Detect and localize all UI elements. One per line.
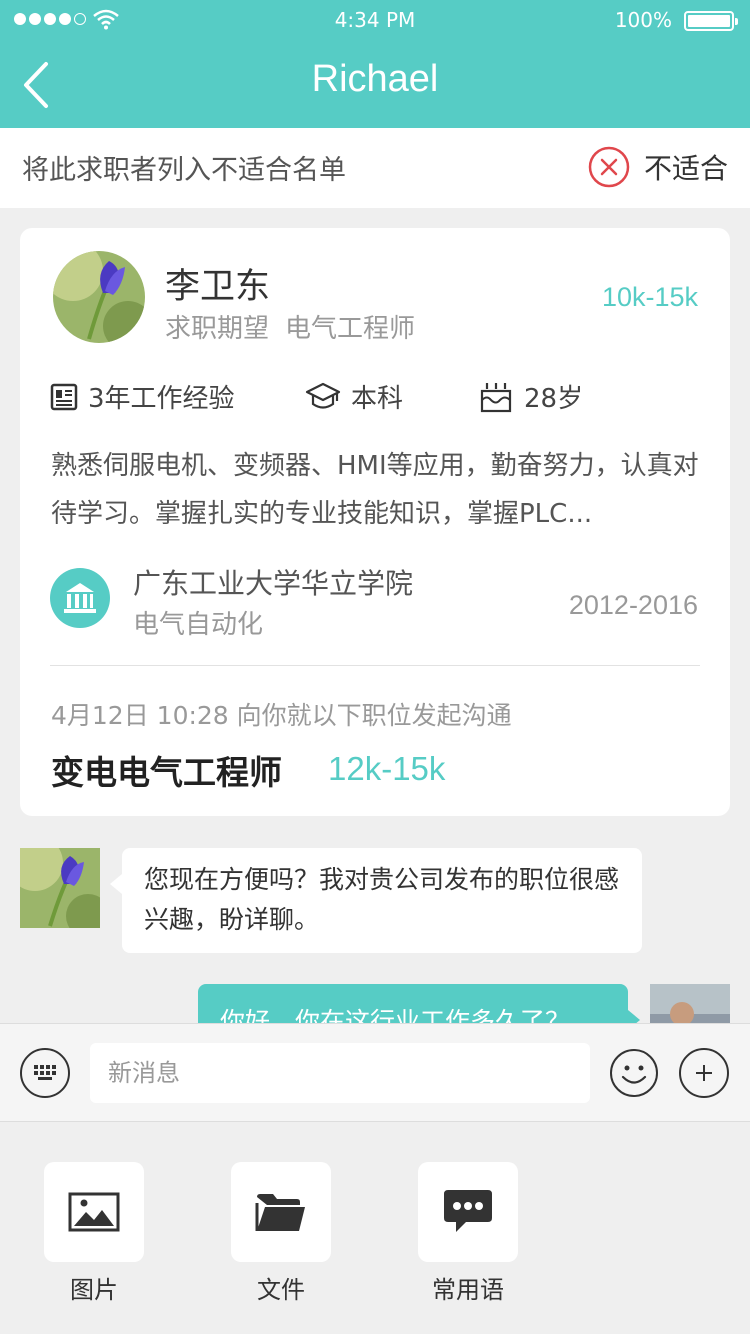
battery-percent: 100% — [614, 8, 672, 32]
tool-file[interactable]: 文件 — [231, 1162, 331, 1305]
major-name: 电气自动化 — [133, 610, 264, 640]
tool-image[interactable]: 图片 — [44, 1162, 144, 1305]
message-input-bar — [0, 1023, 750, 1122]
graduation-cap-icon — [305, 382, 341, 409]
tool-image-label: 图片 — [70, 1276, 118, 1304]
tool-file-box[interactable] — [231, 1162, 331, 1262]
candidate-avatar — [53, 251, 145, 343]
job-expectation: 求职期望 电气工程师 — [165, 308, 415, 345]
tool-file-label: 文件 — [257, 1276, 305, 1304]
incoming-message: 您现在方便吗？我对贵公司发布的职位很感兴趣，盼详聊。 — [110, 848, 642, 953]
battery-icon — [684, 11, 738, 31]
age-info: 28岁 — [478, 378, 583, 415]
reject-bar: 将此求职者列入不适合名单 不适合 — [0, 128, 750, 208]
expectation-position: 电气工程师 — [285, 314, 416, 344]
study-years: 2012-2016 — [568, 590, 698, 620]
status-bar: 4:34 PM 100% — [0, 0, 750, 40]
education-text: 本科 — [351, 384, 404, 414]
education-info: 本科 — [305, 378, 403, 415]
message-input[interactable] — [90, 1043, 590, 1103]
birthday-cake-icon — [480, 382, 512, 412]
emoji-button[interactable] — [609, 1048, 659, 1098]
close-circle-icon — [588, 146, 630, 188]
job-title: 变电电气工程师 — [51, 753, 282, 792]
candidate-name: 李卫东 — [165, 267, 271, 307]
tool-common-phrases[interactable]: 常用语 — [418, 1162, 518, 1305]
age-text: 28岁 — [524, 384, 584, 414]
tool-common-phrases-box[interactable] — [418, 1162, 518, 1262]
expectation-label: 求职期望 — [165, 314, 270, 344]
attachment-panel: 图片 文件 常用语 — [0, 1122, 750, 1334]
reject-hint-text: 将此求职者列入不适合名单 — [22, 155, 346, 186]
tool-common-phrases-label: 常用语 — [432, 1276, 504, 1304]
document-icon — [50, 383, 78, 410]
expected-salary: 10k-15k — [601, 282, 698, 312]
page-title: Richael — [311, 58, 439, 100]
folder-icon — [255, 1194, 305, 1231]
experience-text: 3年工作经验 — [88, 384, 235, 414]
top-bar: 4:34 PM 100% Richael — [0, 0, 750, 128]
image-icon — [68, 1192, 120, 1232]
experience-info: 3年工作经验 — [50, 378, 235, 415]
school-icon — [50, 568, 110, 628]
job-salary: 12k-15k — [328, 750, 446, 787]
candidate-chat-avatar[interactable] — [20, 848, 100, 928]
tool-image-box[interactable] — [44, 1162, 144, 1262]
school-name: 广东工业大学华立学院 — [133, 567, 414, 600]
chat-icon — [444, 1190, 492, 1232]
more-options-button[interactable] — [679, 1048, 729, 1098]
candidate-card[interactable]: 李卫东 求职期望 电气工程师 10k-15k 3年工作经验 本科 28岁 熟悉伺服… — [20, 228, 730, 816]
candidate-description: 熟悉伺服电机、变频器、HMI等应用，勤奋努力，认真对待学习。掌握扎实的专业技能知… — [51, 451, 699, 529]
keyboard-toggle-button[interactable] — [20, 1048, 70, 1098]
divider — [50, 665, 700, 666]
reject-button[interactable]: 不适合 — [588, 146, 728, 188]
conversation-start-text: 4月12日 10:28 向你就以下职位发起沟通 — [51, 701, 512, 730]
keyboard-icon — [34, 1065, 56, 1080]
reject-button-label: 不适合 — [643, 152, 728, 185]
